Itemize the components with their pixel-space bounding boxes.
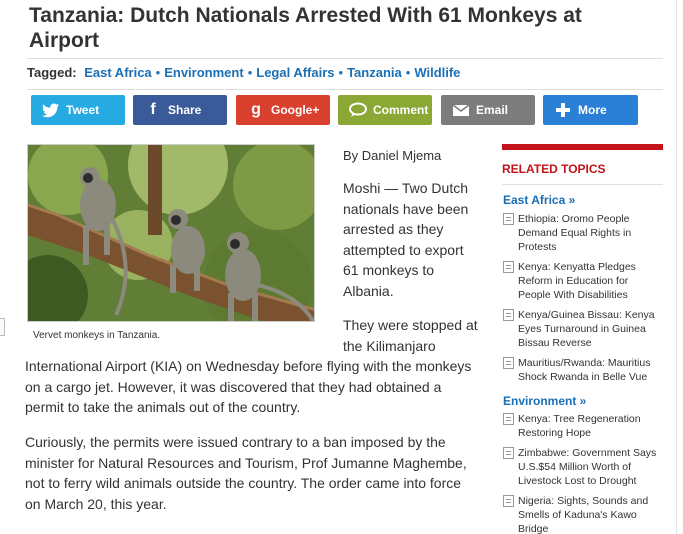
section-environment-link[interactable]: Environment » [503,394,586,408]
facebook-share-button[interactable]: f Share [133,95,227,125]
page-right-edge [676,0,683,534]
document-icon [503,357,514,369]
document-icon [503,213,514,225]
tag-separator: • [155,65,161,80]
scroll-tab[interactable] [0,318,5,336]
comment-bubble-icon [347,99,369,121]
google-icon: g [251,101,261,118]
tag-separator: • [338,65,344,80]
tag-separator: • [247,65,253,80]
article-paragraph-1: Moshi — Two Dutch nationals have been ar… [343,180,469,299]
related-item[interactable]: Kenya: Tree Regeneration Restoring Hope [503,412,661,440]
article-paragraph-3: Curiously, the permits were issued contr… [25,434,467,512]
related-topics-heading: RELATED TOPICS [502,162,606,176]
share-toolbar: Tweet f Share g Google+ Comment Email Mo… [31,95,641,125]
article-photo [27,144,315,322]
document-icon [503,447,514,459]
more-label: More [578,103,607,117]
email-label: Email [476,103,509,117]
related-item-text: Kenya: Tree Regeneration Restoring Hope [518,413,641,439]
plus-icon [552,99,574,121]
related-item[interactable]: Kenya/Guinea Bissau: Kenya Eyes Turnarou… [503,308,661,350]
facebook-icon: f [150,101,156,118]
section-east-africa-link[interactable]: East Africa » [503,193,575,207]
sidebar-accent-bar [502,144,663,150]
related-item-text: Zimbabwe: Government Says U.S.$54 Millio… [518,447,657,487]
document-icon [503,309,514,321]
google-label: Google+ [271,103,320,117]
tweet-button[interactable]: Tweet [31,95,125,125]
related-item-text: Nigeria: Sights, Sounds and Smells of Ka… [518,495,649,534]
tag-separator: • [405,65,411,80]
tags-label: Tagged: [27,65,77,80]
envelope-icon [450,99,472,121]
tags-bar: Tagged: East Africa • Environment • Legal Af… [27,58,663,90]
related-item[interactable]: Kenya: Kenyatta Pledges Reform in Educat… [503,260,661,302]
document-icon [503,495,514,507]
tag-tanzania[interactable]: Tanzania [347,65,402,80]
sidebar-divider [502,184,663,185]
tag-east-africa[interactable]: East Africa [84,65,151,80]
document-icon [503,413,514,425]
related-item-text: Ethiopia: Oromo People Demand Equal Righ… [518,213,632,253]
share-label: Share [168,103,202,117]
article-paragraph-2-rest: International Airport (KIA) on Wednesday… [25,358,472,415]
page-left-edge [0,0,6,534]
related-item-text: Kenya/Guinea Bissau: Kenya Eyes Turnarou… [518,309,655,349]
tweet-label: Tweet [66,103,100,117]
google-plus-button[interactable]: g Google+ [236,95,330,125]
related-item[interactable]: Mauritius/Rwanda: Mauritius Shock Rwanda… [503,356,661,384]
related-topics-sidebar: RELATED TOPICS [502,144,663,185]
more-share-button[interactable]: More [543,95,638,125]
related-item[interactable]: Ethiopia: Oromo People Demand Equal Righ… [503,212,661,254]
related-item[interactable]: Nigeria: Sights, Sounds and Smells of Ka… [503,494,661,534]
article-title: Tanzania: Dutch Nationals Arrested With … [29,4,582,52]
comment-button[interactable]: Comment [338,95,432,125]
photo-caption: Vervet monkeys in Tanzania. [33,330,161,341]
email-button[interactable]: Email [441,95,535,125]
related-item-text: Mauritius/Rwanda: Mauritius Shock Rwanda… [518,357,651,383]
byline: By Daniel Mjema [343,148,442,163]
twitter-bird-icon [40,99,62,121]
comment-label: Comment [373,103,429,117]
tag-wildlife[interactable]: Wildlife [414,65,460,80]
tag-legal-affairs[interactable]: Legal Affairs [256,65,334,80]
tag-environment[interactable]: Environment [164,65,243,80]
article-paragraph-2-start: They were stopped at the Kilimanjaro [343,317,478,354]
related-item-text: Kenya: Kenyatta Pledges Reform in Educat… [518,261,636,301]
document-icon [503,261,514,273]
related-item[interactable]: Zimbabwe: Government Says U.S.$54 Millio… [503,446,661,488]
